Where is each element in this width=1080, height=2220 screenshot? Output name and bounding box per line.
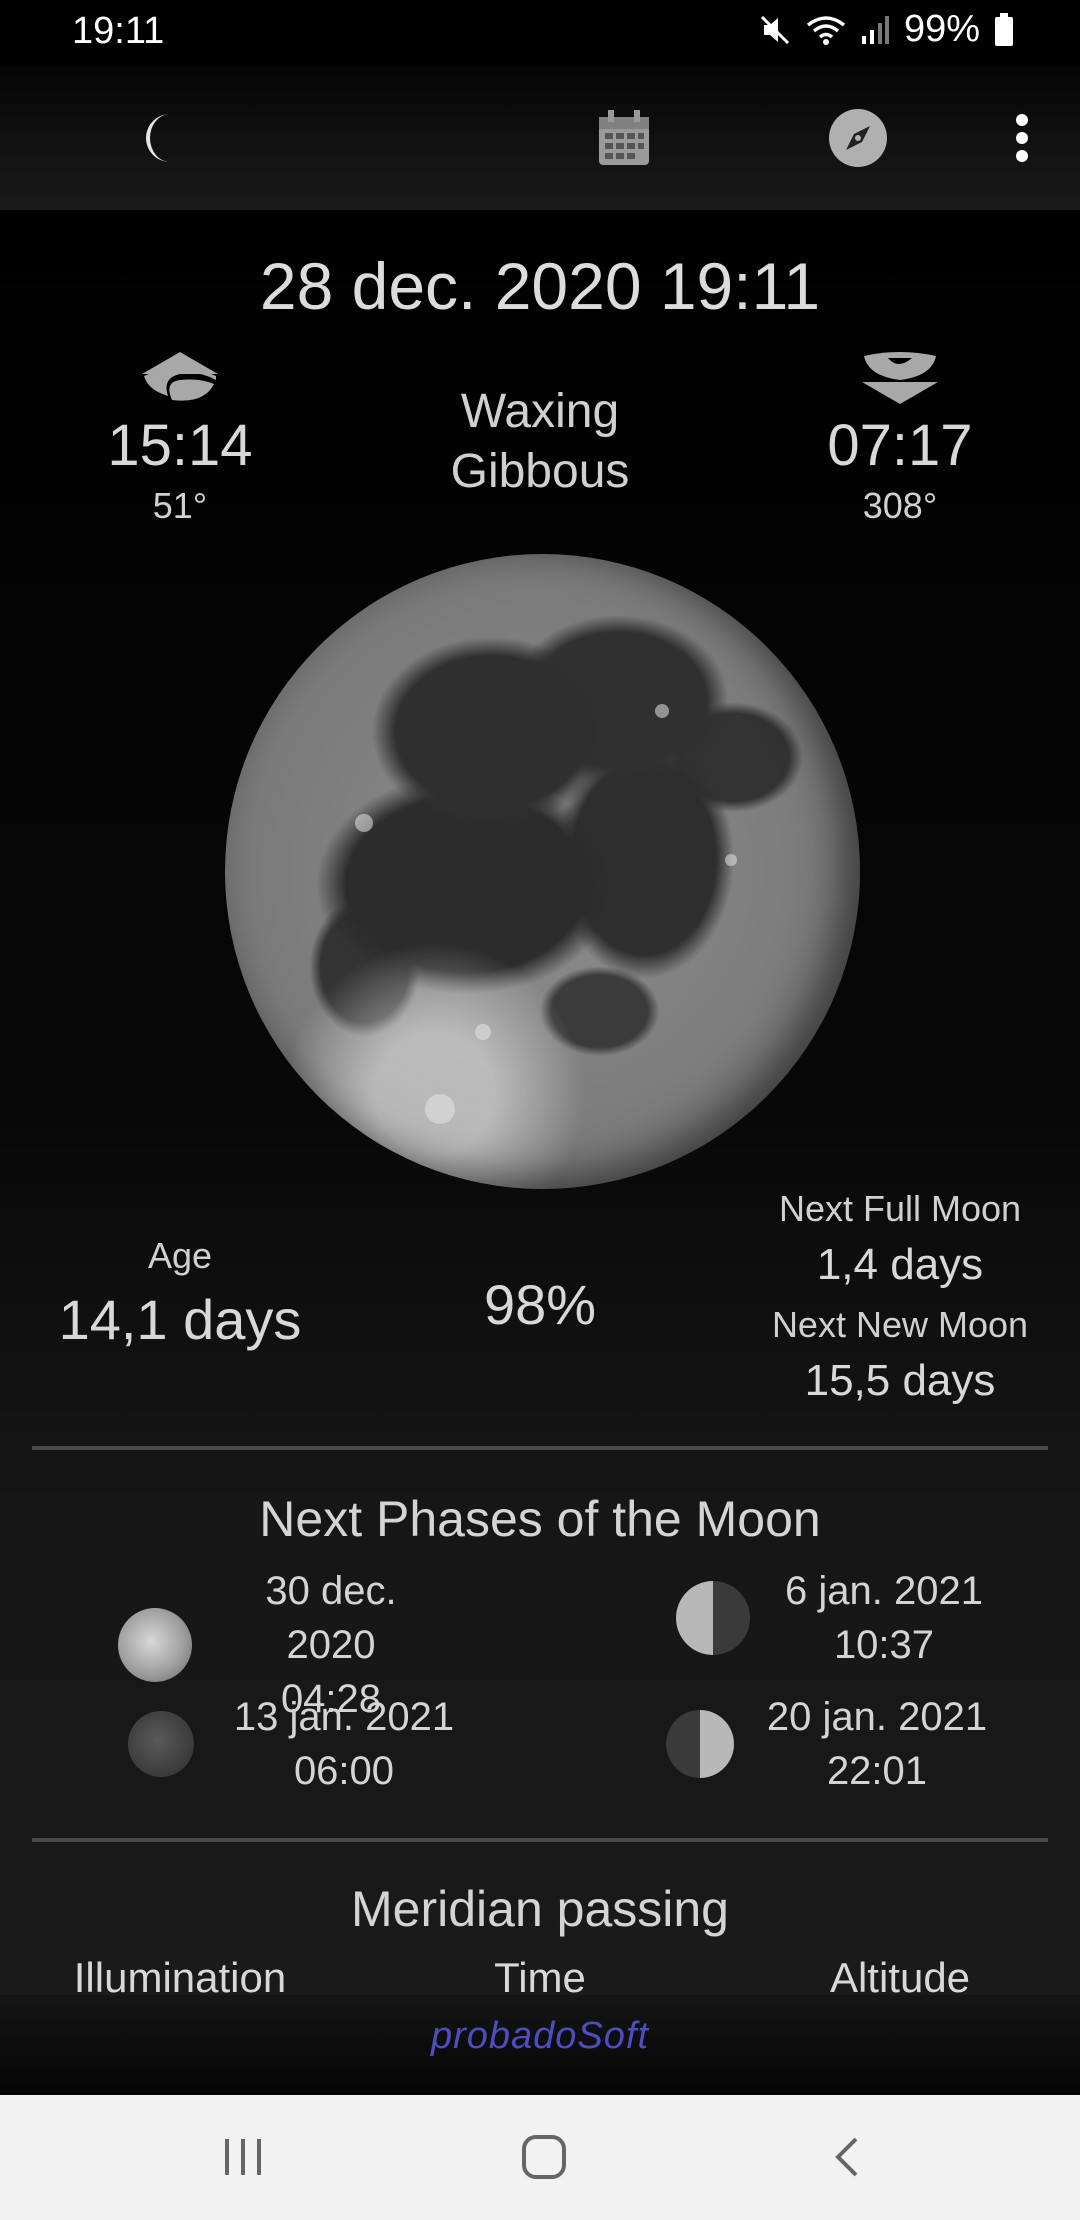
meridian-title: Meridian passing <box>351 1881 729 1937</box>
full-moon-icon <box>118 1608 192 1682</box>
phase-date: 30 dec. 2020 <box>265 1569 397 1667</box>
wifi-icon <box>806 13 846 47</box>
illumination-value: 98% <box>483 1273 597 1336</box>
moonrise-block: 15:14 51° <box>40 350 320 527</box>
moonset-block: 07:17 308° <box>760 350 1040 527</box>
next-new-value: 15,5 days <box>804 1356 996 1405</box>
last-quarter-icon <box>676 1581 750 1655</box>
current-datetime: 28 dec. 2020 19:11 <box>259 249 821 323</box>
meridian-col-altitude: Altitude <box>829 1954 971 1995</box>
moonset-azimuth: 308° <box>862 485 938 526</box>
battery-percent: 99% <box>903 8 980 50</box>
phase-date: 13 jan. 2021 <box>233 1695 455 1739</box>
signal-icon <box>860 14 890 46</box>
illumination-block: 98% <box>400 1272 680 1337</box>
next-new-label: Next New Moon <box>771 1304 1029 1345</box>
phase-item-text: 13 jan. 2021 06:00 <box>224 1690 464 1798</box>
status-bar: 19:11 99% <box>0 0 1080 66</box>
phase-time: 22:01 <box>826 1749 928 1793</box>
moon-info-panel: 28 dec. 2020 19:11 15:14 51° Waxing Gibb… <box>0 210 1080 1995</box>
phase-item-text: 20 jan. 2021 22:01 <box>762 1690 992 1798</box>
status-icons: 99% <box>758 8 1014 51</box>
phase-name-line1: Waxing <box>460 385 620 438</box>
age-label: Age <box>147 1235 213 1276</box>
brand-footer: probadoSoft <box>0 1995 1080 2095</box>
phase-name-line2: Gibbous <box>450 445 630 498</box>
system-nav-bar <box>0 2095 1080 2220</box>
compass-icon[interactable] <box>822 102 894 174</box>
status-time: 19:11 <box>72 10 165 52</box>
home-icon[interactable] <box>509 2125 579 2189</box>
phase-item: 20 jan. 2021 22:01 <box>666 1690 992 1798</box>
moonrise-azimuth: 51° <box>152 485 208 526</box>
first-quarter-icon <box>666 1710 734 1778</box>
age-value: 14,1 days <box>58 1288 302 1351</box>
phase-name: Waxing Gibbous <box>380 382 700 502</box>
age-block: Age 14,1 days <box>30 1235 330 1352</box>
next-phases-title: Next Phases of the Moon <box>259 1491 821 1547</box>
moonrise-time: 15:14 <box>107 413 253 478</box>
back-icon[interactable] <box>812 2125 882 2189</box>
phase-time: 10:37 <box>833 1623 935 1667</box>
next-moon-block: Next Full Moon 1,4 days Next New Moon 15… <box>740 1188 1060 1406</box>
phase-item-text: 6 jan. 2021 10:37 <box>774 1564 994 1672</box>
phase-item: 6 jan. 2021 10:37 <box>676 1564 994 1672</box>
more-vert-icon[interactable] <box>986 102 1058 174</box>
meridian-col-illumination: Illumination <box>73 1954 287 1995</box>
phase-date: 20 jan. 2021 <box>766 1695 988 1739</box>
next-full-label: Next Full Moon <box>778 1188 1022 1229</box>
recents-icon[interactable] <box>208 2125 278 2189</box>
phase-time: 06:00 <box>293 1749 395 1793</box>
brand-logo[interactable]: probadoSoft <box>0 2015 1080 2058</box>
moon-icon[interactable] <box>126 102 198 174</box>
moonset-icon <box>760 350 1040 412</box>
meridian-col-time: Time <box>494 1954 586 1995</box>
moonset-time: 07:17 <box>827 413 973 478</box>
divider <box>32 1446 1048 1450</box>
app-screen: 19:11 99% 28 dec. 2020 19:11 15:14 51° W… <box>0 0 1080 2220</box>
new-moon-icon <box>128 1711 194 1777</box>
calendar-icon[interactable] <box>588 102 660 174</box>
mute-icon <box>758 13 792 47</box>
phase-date: 6 jan. 2021 <box>785 1569 983 1613</box>
phase-item: 13 jan. 2021 06:00 <box>128 1690 464 1798</box>
battery-icon <box>994 12 1014 47</box>
moon-image <box>225 554 860 1189</box>
divider <box>32 1838 1048 1842</box>
app-toolbar <box>0 66 1080 210</box>
next-full-value: 1,4 days <box>816 1240 984 1289</box>
moonrise-icon <box>40 350 320 412</box>
